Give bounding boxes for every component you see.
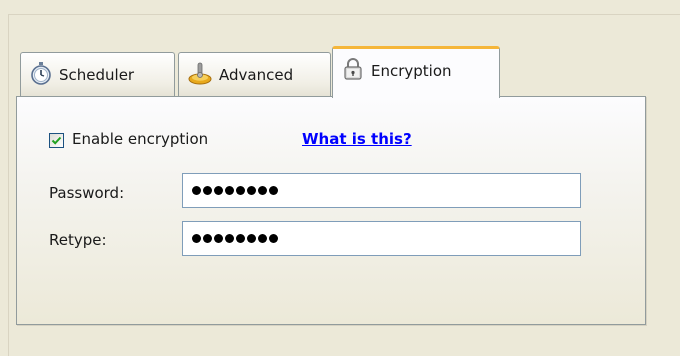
retype-label: Retype: [49,231,107,249]
padlock-icon [341,57,365,85]
tab-encryption[interactable]: Encryption [332,46,500,98]
checkmark-icon [51,136,62,145]
frame-divider-top [8,14,680,15]
frame-divider-left [8,14,9,356]
dialog-frame: Scheduler Advanced Encryption Enable enc… [0,0,680,356]
stopwatch-icon [29,61,53,89]
tab-scheduler-label: Scheduler [59,65,135,84]
enable-encryption-checkbox[interactable] [49,133,64,148]
joystick-icon [187,60,213,90]
tab-advanced[interactable]: Advanced [178,52,331,96]
password-label: Password: [49,184,125,202]
retype-masked-value [192,231,278,243]
tab-scheduler[interactable]: Scheduler [20,52,175,96]
retype-password-field[interactable] [182,221,581,256]
what-is-this-link[interactable]: What is this? [302,130,412,148]
enable-encryption-label[interactable]: Enable encryption [72,130,208,148]
tab-advanced-label: Advanced [219,65,294,84]
encryption-panel: Enable encryption What is this? Password… [16,96,646,325]
tab-encryption-label: Encryption [371,61,452,80]
password-masked-value [192,183,278,195]
password-field[interactable] [182,173,581,208]
